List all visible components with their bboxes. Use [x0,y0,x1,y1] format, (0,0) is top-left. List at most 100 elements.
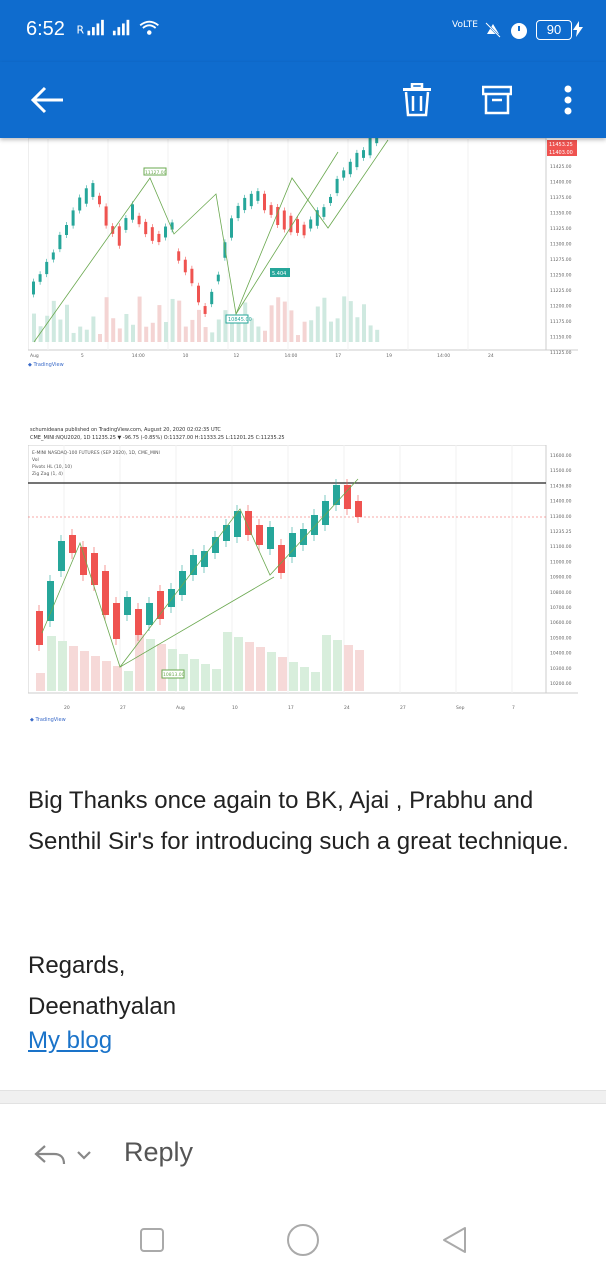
tradingview-watermark-1: TradingView [33,362,64,368]
reply-icon [34,1145,66,1165]
chart-2-y-label: 11100.00 [550,544,572,550]
chart-2-volume-bar [212,669,221,691]
chart-1-candle [263,193,266,211]
system-nav-bar [0,1203,606,1280]
chart-1-candle [177,251,181,261]
chart-2-candle [190,555,197,575]
chart-2-candle [113,603,120,639]
chart-1-volume-bar [58,319,63,342]
square-icon[interactable] [139,1227,165,1253]
chart-2-y-label: 10200.00 [550,681,572,687]
chart-2-y-label: 11500.00 [550,468,572,474]
chart-1-candle [368,136,372,156]
chart-1-volume-bar [263,330,267,342]
chart-image-2[interactable]: schumideana published on TradingView.com… [28,425,578,725]
chart-1-x-label: 14:00 [284,353,297,359]
chart-1-volume-bar [309,320,314,342]
chart-1-candle [164,226,167,238]
chart-1-y-label: 11425.00 [550,164,572,170]
back-button[interactable] [18,62,78,138]
chart-2-volume-bar [333,640,342,691]
chart-2-volume-bar [289,662,298,691]
chart-2-legend: E-MINI NASDAQ-100 FUTURES (SEP 2020), 1D… [32,450,160,478]
chart-1-candle [309,219,313,229]
chart-1-candle [84,188,88,204]
chart-1-volume-bar [78,326,83,342]
chart-2-volume-bar [355,650,364,691]
chart-1-top-label: 11127.00 [145,170,167,176]
section-divider [0,1090,606,1104]
blog-link[interactable]: My blog [28,1027,112,1055]
delete-button[interactable] [392,62,442,138]
charging-icon [573,21,583,37]
chart-1-y-label: 11375.00 [550,195,572,201]
chart-2-candle [135,609,142,635]
chart-2-legend-title: E-MINI NASDAQ-100 FUTURES (SEP 2020), 1D… [32,451,160,456]
chart-2-volume-bar [223,632,232,691]
chart-2-volume-bar [113,666,122,691]
chart-1-candle [150,227,154,241]
chart-2-volume-bar [300,667,309,691]
chart-1-candle [282,210,286,230]
chart-2-volume-bar [135,634,144,691]
chart-1-volume-bar [131,324,135,342]
chart-1-candle [289,215,293,233]
chart-1-candle [65,225,68,235]
chart-2-volume-bar [157,644,166,691]
chart-1-x-label: 24 [488,353,494,359]
chart-1-candle [230,218,233,238]
chart-1-y-label: 11225.00 [550,288,572,294]
more-options-button[interactable] [548,62,588,138]
status-time: 6:52 [26,18,65,40]
chart-2-x-label: 10 [232,705,238,711]
chart-2-candle [179,571,186,595]
reply-options-button[interactable] [34,1137,104,1173]
chart-2-x-label: 24 [344,705,350,711]
chart-2-candle [47,581,54,621]
chart-2-candle [278,545,285,573]
chart-2-volume-bar [322,635,331,691]
reply-button[interactable]: Reply [124,1137,193,1168]
chart-2-candle [311,515,318,535]
triangle-back-icon[interactable] [440,1225,468,1255]
chart-1-candle [183,259,187,273]
chart-1-candle [51,252,55,260]
circle-icon[interactable] [286,1223,320,1257]
chart-1-volume-bar [230,323,234,342]
app-bar [0,62,606,138]
chart-1-volume-bar [111,318,116,342]
chart-2-canvas: 11600.00 11500.00 11436.80 11400.00 11300.00… [28,445,578,711]
chart-1-candle [216,274,220,282]
battery-icon: 90 [536,20,572,40]
chart-1-y-label: 11250.00 [550,273,572,279]
chart-1-volume-bar [137,296,142,342]
chart-1-y-label: 11350.00 [550,211,572,217]
chart-1-mid-label: 5.404 [272,271,286,277]
chart-2-volume-bar [234,637,243,691]
chart-2-volume-bar [124,671,133,691]
archive-button[interactable] [472,62,522,138]
chart-1-y-label: 11150.00 [550,335,572,341]
chart-2-volume-bar [245,642,254,691]
chart-1-volume-bar [65,304,69,342]
chart-1-volume-bar [216,319,221,342]
chart-1-volume-bar [71,332,76,342]
chart-1-candle [342,170,346,178]
chart-1-price-badge-b: 11403.00 [549,150,573,156]
chart-1-volume-bar [256,326,261,342]
chart-1-y-label: 11325.00 [550,226,572,232]
chart-2-y-label: 11436.80 [550,483,572,489]
chart-1-volume-bar [157,305,162,342]
chart-2-candle [256,525,263,545]
chart-2-volume-bar [190,659,199,691]
chart-1-candle [322,207,326,217]
chart-2-header-1: schumideana published on TradingView.com… [30,427,221,433]
chart-1-volume-bar [117,328,122,342]
chart-1-candle [269,205,273,215]
chart-1-volume-bar [98,333,102,342]
tradingview-logo-2: ◆ TradingView [30,717,66,723]
chart-1-candle [98,195,101,205]
chart-1-volume-bar [289,310,294,342]
chart-image-1[interactable]: 11425.00 11400.00 11375.00 11350.00 11325.00… [27,133,578,372]
chart-1-volume-bar [362,304,366,342]
